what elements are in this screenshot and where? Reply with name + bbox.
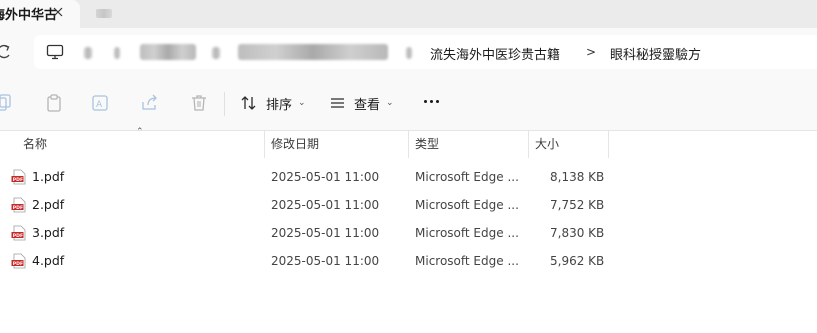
refresh-icon[interactable]	[0, 43, 12, 61]
svg-text:PDF: PDF	[13, 233, 23, 239]
pdf-file-icon: PDF	[11, 225, 26, 241]
breadcrumb-item[interactable]: 眼科秘授靈驗方	[610, 44, 701, 63]
pdf-file-icon: PDF	[11, 169, 26, 185]
address-bar[interactable]: 流失海外中医珍贵古籍 > 眼科秘授靈驗方	[34, 35, 817, 69]
file-modified: 2025-05-01 11:00	[271, 226, 380, 240]
address-row: 流失海外中医珍贵古籍 > 眼科秘授靈驗方	[0, 28, 817, 78]
chevron-down-icon: ⌄	[298, 98, 306, 108]
redacted-crumb	[140, 44, 196, 60]
pdf-file-icon: PDF	[11, 197, 26, 213]
file-row[interactable]: PDF 2.pdf 2025-05-01 11:00 Microsoft Edg…	[0, 191, 817, 219]
command-bar: A 排序 ⌄ 查看 ⌄	[0, 78, 817, 131]
sort-icon	[241, 96, 256, 110]
file-row[interactable]: PDF 3.pdf 2025-05-01 11:00 Microsoft Edg…	[0, 219, 817, 247]
pdf-file-icon: PDF	[11, 253, 26, 269]
tab-strip: 海外中华古	[0, 0, 817, 28]
column-header-size[interactable]: 大小	[529, 131, 609, 158]
file-list: ⌃ 名称 修改日期 类型 大小 PDF 1.pdf 2025-05-01 11:…	[0, 127, 817, 333]
redacted-crumb	[84, 47, 92, 59]
file-size: 8,138 KB	[550, 170, 605, 184]
share-icon[interactable]	[140, 93, 160, 113]
svg-text:PDF: PDF	[13, 177, 23, 183]
tab-active[interactable]: 海外中华古	[0, 0, 80, 28]
redacted-crumb	[406, 47, 412, 59]
file-modified: 2025-05-01 11:00	[271, 198, 380, 212]
file-type: Microsoft Edge ...	[415, 254, 519, 268]
file-type: Microsoft Edge ...	[415, 226, 519, 240]
this-pc-icon[interactable]	[46, 44, 64, 60]
view-label: 查看	[354, 97, 381, 113]
sort-label: 排序	[266, 97, 293, 113]
svg-text:PDF: PDF	[13, 261, 23, 267]
sort-button[interactable]: 排序 ⌄	[240, 91, 306, 115]
file-name: 2.pdf	[32, 197, 65, 212]
column-header-modified[interactable]: 修改日期	[265, 131, 409, 158]
column-header-name[interactable]: 名称	[17, 131, 265, 158]
chevron-down-icon: ⌄	[386, 98, 394, 108]
file-name: 1.pdf	[32, 169, 65, 184]
file-type: Microsoft Edge ...	[415, 198, 519, 212]
file-size: 7,752 KB	[550, 198, 605, 212]
file-modified: 2025-05-01 11:00	[271, 170, 380, 184]
more-icon[interactable]	[424, 100, 439, 103]
breadcrumb-item[interactable]: 流失海外中医珍贵古籍	[430, 44, 560, 63]
copy-icon[interactable]	[0, 93, 14, 113]
file-row[interactable]: PDF 1.pdf 2025-05-01 11:00 Microsoft Edg…	[0, 163, 817, 191]
tab-title: 海外中华古	[0, 8, 58, 23]
svg-text:PDF: PDF	[13, 205, 23, 211]
file-row[interactable]: PDF 4.pdf 2025-05-01 11:00 Microsoft Edg…	[0, 247, 817, 275]
file-name: 4.pdf	[32, 253, 65, 268]
file-name: 3.pdf	[32, 225, 65, 240]
redacted-crumb	[212, 47, 220, 59]
file-modified: 2025-05-01 11:00	[271, 254, 380, 268]
redacted-crumb	[114, 47, 120, 59]
tab-inactive[interactable]	[96, 9, 112, 18]
breadcrumb-separator: >	[586, 45, 597, 59]
file-size: 7,830 KB	[550, 226, 605, 240]
file-size: 5,962 KB	[550, 254, 605, 268]
view-button[interactable]: 查看 ⌄	[329, 91, 394, 115]
view-icon	[331, 98, 344, 108]
column-header-type[interactable]: 类型	[409, 131, 529, 158]
svg-text:A: A	[96, 100, 103, 110]
toolbar-divider	[224, 92, 225, 116]
column-header-row: 名称 修改日期 类型 大小	[0, 131, 817, 158]
delete-icon[interactable]	[189, 93, 209, 113]
redacted-crumb	[238, 44, 388, 60]
paste-icon[interactable]	[44, 93, 64, 113]
file-type: Microsoft Edge ...	[415, 170, 519, 184]
rename-icon[interactable]: A	[91, 93, 111, 113]
close-icon[interactable]	[50, 4, 66, 20]
